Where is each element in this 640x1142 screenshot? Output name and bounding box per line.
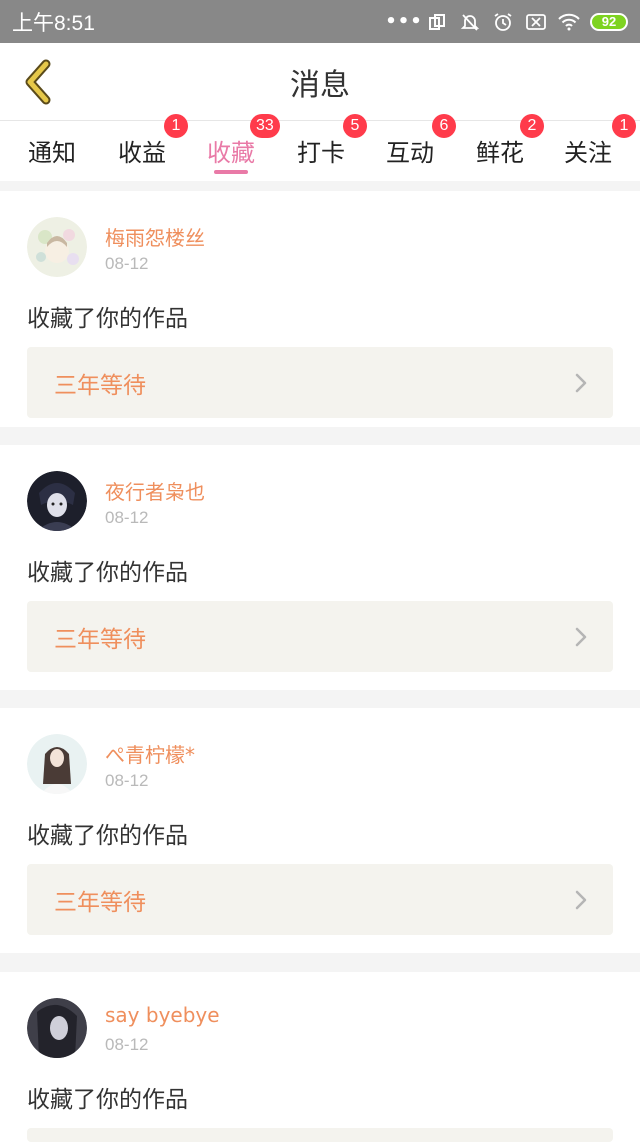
username[interactable]: ぺ青柠檬* (105, 739, 195, 768)
message-card: 梅雨怨楼丝 08-12 收藏了你的作品 三年等待 (0, 191, 640, 427)
header: 消息 (0, 43, 640, 121)
tab-label: 收益 (118, 139, 166, 167)
status-bar: 上午8:51 ••• 92 (0, 0, 640, 43)
sim-off-icon (524, 10, 548, 34)
unread-badge: 1 (164, 114, 188, 138)
unread-badge: 1 (612, 114, 636, 138)
tab-label: 打卡 (297, 139, 345, 167)
chevron-right-icon (575, 373, 587, 392)
status-time: 上午8:51 (12, 11, 95, 35)
message-date: 08-12 (105, 771, 149, 790)
battery-icon: 92 (590, 12, 628, 31)
action-text: 收藏了你的作品 (27, 306, 188, 332)
unread-badge: 2 (520, 114, 544, 138)
avatar[interactable] (27, 217, 87, 277)
alarm-icon (491, 10, 515, 34)
tab-flowers[interactable]: 鲜花 2 (470, 114, 544, 181)
action-text: 收藏了你的作品 (27, 560, 188, 586)
tab-earnings[interactable]: 收益 1 (112, 114, 188, 181)
work-title: 三年等待 (54, 626, 146, 653)
tab-label: 鲜花 (476, 139, 524, 167)
work-link[interactable]: 三年等待 (27, 601, 613, 672)
unread-badge: 33 (250, 114, 280, 138)
work-link[interactable]: 三年等待 (27, 864, 613, 935)
message-date: 08-12 (105, 508, 149, 527)
username[interactable]: 夜行者枭也 (105, 476, 205, 505)
message-card: say byebye 08-12 收藏了你的作品 (0, 972, 640, 1142)
message-tabs: 通知 收益 1 收藏 33 打卡 5 互动 6 鲜花 2 关注 1 (0, 114, 640, 181)
action-text: 收藏了你的作品 (27, 823, 188, 849)
message-date: 08-12 (105, 254, 149, 273)
active-tab-indicator (214, 170, 248, 174)
avatar[interactable] (27, 998, 87, 1058)
tab-label: 通知 (28, 139, 76, 167)
tab-notifications[interactable]: 通知 (22, 121, 82, 181)
work-link[interactable] (27, 1128, 613, 1142)
action-text: 收藏了你的作品 (27, 1087, 188, 1113)
tab-label: 互动 (386, 139, 434, 167)
more-dots-icon: ••• (385, 11, 423, 32)
username[interactable]: 梅雨怨楼丝 (105, 222, 205, 251)
avatar[interactable] (27, 471, 87, 531)
tab-favorites[interactable]: 收藏 33 (201, 114, 280, 181)
mute-icon (458, 10, 482, 34)
screen-cast-icon (425, 10, 449, 34)
chevron-right-icon (575, 627, 587, 646)
work-link[interactable]: 三年等待 (27, 347, 613, 418)
tab-check-in[interactable]: 打卡 5 (291, 114, 367, 181)
tab-label: 关注 (564, 139, 612, 167)
work-title: 三年等待 (54, 889, 146, 916)
avatar[interactable] (27, 734, 87, 794)
tab-follows[interactable]: 关注 1 (558, 114, 636, 181)
message-card: ぺ青柠檬* 08-12 收藏了你的作品 三年等待 (0, 708, 640, 953)
username[interactable]: say byebye (105, 1003, 220, 1027)
message-date: 08-12 (105, 1035, 149, 1054)
message-card: 夜行者枭也 08-12 收藏了你的作品 三年等待 (0, 445, 640, 690)
chevron-right-icon (575, 890, 587, 909)
work-title: 三年等待 (54, 372, 146, 399)
tab-interactions[interactable]: 互动 6 (380, 114, 456, 181)
status-icons: ••• 92 (385, 10, 628, 34)
tab-label: 收藏 (207, 139, 255, 167)
unread-badge: 6 (432, 114, 456, 138)
wifi-icon (557, 10, 581, 34)
unread-badge: 5 (343, 114, 367, 138)
page-title: 消息 (290, 68, 350, 103)
